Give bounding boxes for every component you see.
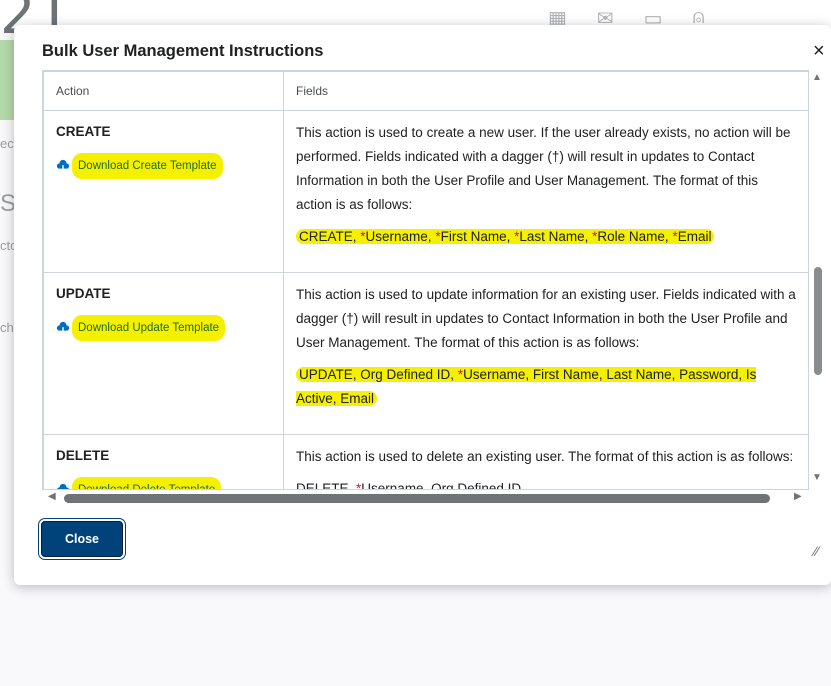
- horizontal-scroll-thumb[interactable]: [64, 494, 770, 503]
- table-row: UPDATE Download Update Template This act…: [43, 272, 809, 435]
- table-row: CREATE Download Create Template This act…: [43, 110, 809, 273]
- action-name: CREATE: [56, 124, 111, 139]
- scroll-up-arrow-icon[interactable]: ▲: [812, 72, 822, 83]
- horizontal-scrollbar[interactable]: ◀ ▶: [48, 491, 804, 505]
- table-row: DELETE Download Delete Template This act…: [43, 434, 809, 490]
- format-text: First Name,: [440, 229, 515, 244]
- scroll-right-arrow-icon[interactable]: ▶: [794, 491, 802, 502]
- format-text: DELETE,: [296, 481, 357, 490]
- resize-handle-icon[interactable]: ⁄⁄: [814, 543, 819, 559]
- action-description: This action is used to update informatio…: [296, 287, 796, 350]
- action-format: UPDATE, Org Defined ID, *Username, First…: [296, 363, 796, 411]
- download-update-template-link[interactable]: Download Update Template: [56, 315, 271, 341]
- background-text: ch: [0, 320, 14, 335]
- format-text: Username,: [365, 229, 436, 244]
- instructions-table: Action Fields CREATE Download Create Tem…: [43, 71, 809, 490]
- action-name: DELETE: [56, 448, 110, 463]
- download-link-label: Download Create Template: [72, 153, 223, 179]
- format-text: Username, Org Defined ID: [361, 481, 522, 490]
- dialog-title: Bulk User Management Instructions: [42, 42, 324, 60]
- background-accent: [0, 40, 14, 120]
- action-description: This action is used to create a new user…: [296, 125, 791, 212]
- format-text: UPDATE, Org Defined ID,: [299, 367, 458, 382]
- scroll-down-arrow-icon[interactable]: ▼: [812, 472, 822, 483]
- fields-cell: This action is used to update informatio…: [283, 272, 809, 435]
- fields-cell: This action is used to create a new user…: [283, 110, 809, 273]
- format-text: Email: [677, 229, 712, 244]
- action-format: DELETE, *Username, Org Defined ID: [296, 477, 796, 490]
- cloud-download-icon: [57, 483, 69, 489]
- header-fields: Fields: [283, 71, 809, 111]
- action-cell: CREATE Download Create Template: [43, 110, 284, 273]
- vertical-scroll-thumb[interactable]: [814, 267, 822, 375]
- instructions-table-container: Action Fields CREATE Download Create Tem…: [42, 70, 809, 490]
- action-cell: UPDATE Download Update Template: [43, 272, 284, 435]
- close-icon[interactable]: ×: [813, 40, 825, 63]
- cloud-download-icon: [56, 159, 70, 173]
- action-cell: DELETE Download Delete Template: [43, 434, 284, 489]
- action-name: UPDATE: [56, 286, 111, 301]
- fields-cell: This action is used to delete an existin…: [283, 434, 809, 490]
- download-delete-template-link[interactable]: Download Delete Template: [56, 477, 271, 489]
- action-format: CREATE, *Username, *First Name, *Last Na…: [296, 225, 796, 249]
- download-link-label: Download Update Template: [72, 315, 226, 341]
- bulk-user-dialog: Bulk User Management Instructions × Acti…: [14, 25, 831, 585]
- download-link-label: Download Delete Template: [72, 477, 222, 489]
- cloud-download-icon: [56, 321, 70, 335]
- download-create-template-link[interactable]: Download Create Template: [56, 153, 271, 179]
- action-description: This action is used to delete an existin…: [296, 449, 794, 464]
- format-text: Role Name,: [597, 229, 673, 244]
- format-text: CREATE,: [299, 229, 361, 244]
- vertical-scrollbar[interactable]: ▲ ▼: [810, 70, 826, 488]
- scroll-left-arrow-icon[interactable]: ◀: [48, 491, 56, 502]
- format-text: Last Name,: [519, 229, 593, 244]
- header-action: Action: [43, 71, 284, 111]
- close-button[interactable]: Close: [41, 521, 123, 557]
